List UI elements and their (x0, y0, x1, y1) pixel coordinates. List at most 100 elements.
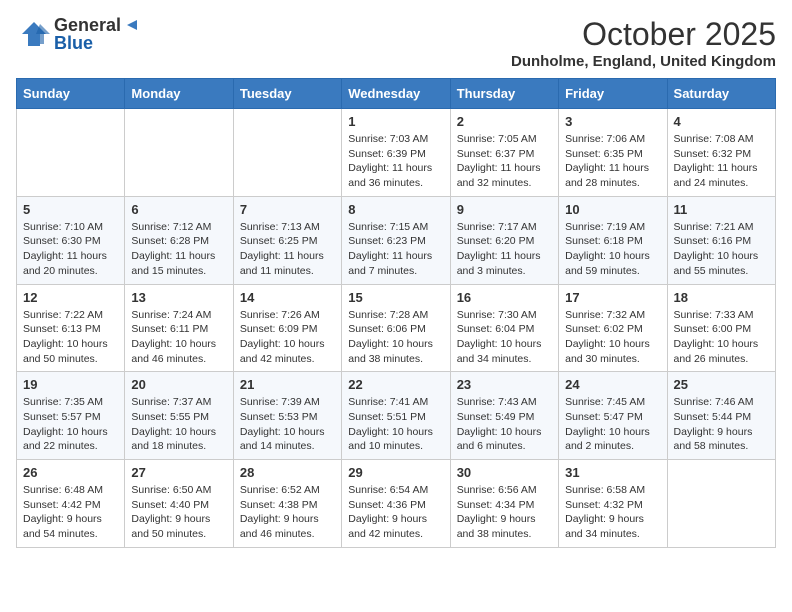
day-number: 6 (131, 202, 226, 217)
day-number: 22 (348, 377, 443, 392)
day-number: 7 (240, 202, 335, 217)
cell-content: Sunrise: 7:33 AM Sunset: 6:00 PM Dayligh… (674, 308, 769, 367)
calendar-cell: 15Sunrise: 7:28 AM Sunset: 6:06 PM Dayli… (342, 284, 450, 372)
day-number: 10 (565, 202, 660, 217)
calendar-cell: 8 Sunrise: 7:15 AM Sunset: 6:23 PM Daylig… (342, 196, 450, 284)
location: Dunholme, England, United Kingdom (511, 53, 776, 70)
calendar-cell: 17Sunrise: 7:32 AM Sunset: 6:02 PM Dayli… (559, 284, 667, 372)
calendar-header-row: SundayMondayTuesdayWednesdayThursdayFrid… (17, 79, 776, 109)
day-number: 24 (565, 377, 660, 392)
day-number: 12 (23, 290, 118, 305)
day-number: 5 (23, 202, 118, 217)
logo-arrow-icon (123, 16, 141, 34)
calendar-cell: 22 Sunrise: 7:41 AM Sunset: 5:51 PM Dayli… (342, 372, 450, 460)
calendar-cell: 25 Sunrise: 7:46 AM Sunset: 5:44 PM Dayli… (667, 372, 775, 460)
cell-content: Sunrise: 7:03 AM Sunset: 6:39 PM Dayligh… (348, 132, 443, 191)
cell-content: Sunrise: 6:58 AM Sunset: 4:32 PM Dayligh… (565, 483, 660, 542)
cell-content: Sunrise: 7:05 AM Sunset: 6:37 PM Dayligh… (457, 132, 552, 191)
logo-general: General (54, 16, 121, 34)
day-number: 21 (240, 377, 335, 392)
day-header-saturday: Saturday (667, 79, 775, 109)
calendar-cell: 10 Sunrise: 7:19 AM Sunset: 6:18 PM Dayli… (559, 196, 667, 284)
week-row-2: 12 Sunrise: 7:22 AM Sunset: 6:13 PM Dayli… (17, 284, 776, 372)
cell-content: Sunrise: 7:13 AM Sunset: 6:25 PM Dayligh… (240, 220, 335, 279)
cell-content: Sunrise: 7:43 AM Sunset: 5:49 PM Dayligh… (457, 395, 552, 454)
cell-content: Sunrise: 7:24 AM Sunset: 6:11 PM Dayligh… (131, 308, 226, 367)
cell-content: Sunrise: 7:26 AM Sunset: 6:09 PM Dayligh… (240, 308, 335, 367)
day-header-friday: Friday (559, 79, 667, 109)
calendar-cell: 30Sunrise: 6:56 AM Sunset: 4:34 PM Dayli… (450, 460, 558, 548)
cell-content: Sunrise: 7:39 AM Sunset: 5:53 PM Dayligh… (240, 395, 335, 454)
calendar-cell: 23 Sunrise: 7:43 AM Sunset: 5:49 PM Dayli… (450, 372, 558, 460)
day-number: 29 (348, 465, 443, 480)
cell-content: Sunrise: 7:30 AM Sunset: 6:04 PM Dayligh… (457, 308, 552, 367)
day-number: 16 (457, 290, 552, 305)
calendar-cell: 6 Sunrise: 7:12 AM Sunset: 6:28 PM Daylig… (125, 196, 233, 284)
calendar-cell (233, 109, 341, 197)
day-number: 27 (131, 465, 226, 480)
logo: General Blue (16, 16, 141, 52)
day-number: 20 (131, 377, 226, 392)
day-number: 25 (674, 377, 769, 392)
cell-content: Sunrise: 7:19 AM Sunset: 6:18 PM Dayligh… (565, 220, 660, 279)
calendar-cell: 20 Sunrise: 7:37 AM Sunset: 5:55 PM Dayli… (125, 372, 233, 460)
calendar-cell: 7 Sunrise: 7:13 AM Sunset: 6:25 PM Daylig… (233, 196, 341, 284)
day-header-thursday: Thursday (450, 79, 558, 109)
calendar-cell (125, 109, 233, 197)
day-number: 13 (131, 290, 226, 305)
calendar-cell: 18 Sunrise: 7:33 AM Sunset: 6:00 PM Dayli… (667, 284, 775, 372)
calendar-cell: 26Sunrise: 6:48 AM Sunset: 4:42 PM Dayli… (17, 460, 125, 548)
week-row-4: 26Sunrise: 6:48 AM Sunset: 4:42 PM Dayli… (17, 460, 776, 548)
day-number: 1 (348, 114, 443, 129)
month-title: October 2025 (511, 16, 776, 53)
cell-content: Sunrise: 7:46 AM Sunset: 5:44 PM Dayligh… (674, 395, 769, 454)
calendar-cell: 2 Sunrise: 7:05 AM Sunset: 6:37 PM Daylig… (450, 109, 558, 197)
logo-blue: Blue (54, 34, 141, 52)
day-number: 3 (565, 114, 660, 129)
day-number: 2 (457, 114, 552, 129)
calendar-cell: 1 Sunrise: 7:03 AM Sunset: 6:39 PM Daylig… (342, 109, 450, 197)
calendar-cell: 12 Sunrise: 7:22 AM Sunset: 6:13 PM Dayli… (17, 284, 125, 372)
calendar-cell: 9Sunrise: 7:17 AM Sunset: 6:20 PM Daylig… (450, 196, 558, 284)
cell-content: Sunrise: 6:50 AM Sunset: 4:40 PM Dayligh… (131, 483, 226, 542)
calendar-table: SundayMondayTuesdayWednesdayThursdayFrid… (16, 78, 776, 548)
cell-content: Sunrise: 7:28 AM Sunset: 6:06 PM Dayligh… (348, 308, 443, 367)
cell-content: Sunrise: 6:48 AM Sunset: 4:42 PM Dayligh… (23, 483, 118, 542)
calendar-cell: 5Sunrise: 7:10 AM Sunset: 6:30 PM Daylig… (17, 196, 125, 284)
calendar-cell: 19Sunrise: 7:35 AM Sunset: 5:57 PM Dayli… (17, 372, 125, 460)
cell-content: Sunrise: 7:37 AM Sunset: 5:55 PM Dayligh… (131, 395, 226, 454)
day-header-monday: Monday (125, 79, 233, 109)
calendar-cell: 29 Sunrise: 6:54 AM Sunset: 4:36 PM Dayli… (342, 460, 450, 548)
day-number: 8 (348, 202, 443, 217)
day-number: 9 (457, 202, 552, 217)
calendar-cell (667, 460, 775, 548)
page-header: General Blue October 2025 Dunholme, Engl… (16, 16, 776, 70)
cell-content: Sunrise: 7:12 AM Sunset: 6:28 PM Dayligh… (131, 220, 226, 279)
day-header-sunday: Sunday (17, 79, 125, 109)
week-row-3: 19Sunrise: 7:35 AM Sunset: 5:57 PM Dayli… (17, 372, 776, 460)
calendar-cell: 24Sunrise: 7:45 AM Sunset: 5:47 PM Dayli… (559, 372, 667, 460)
day-header-tuesday: Tuesday (233, 79, 341, 109)
calendar-cell: 16 Sunrise: 7:30 AM Sunset: 6:04 PM Dayli… (450, 284, 558, 372)
day-number: 23 (457, 377, 552, 392)
calendar-cell: 28 Sunrise: 6:52 AM Sunset: 4:38 PM Dayli… (233, 460, 341, 548)
calendar-cell: 11Sunrise: 7:21 AM Sunset: 6:16 PM Dayli… (667, 196, 775, 284)
calendar-cell: 27 Sunrise: 6:50 AM Sunset: 4:40 PM Dayli… (125, 460, 233, 548)
cell-content: Sunrise: 6:52 AM Sunset: 4:38 PM Dayligh… (240, 483, 335, 542)
week-row-0: 1 Sunrise: 7:03 AM Sunset: 6:39 PM Daylig… (17, 109, 776, 197)
day-number: 18 (674, 290, 769, 305)
cell-content: Sunrise: 7:22 AM Sunset: 6:13 PM Dayligh… (23, 308, 118, 367)
day-number: 4 (674, 114, 769, 129)
day-number: 30 (457, 465, 552, 480)
cell-content: Sunrise: 7:21 AM Sunset: 6:16 PM Dayligh… (674, 220, 769, 279)
cell-content: Sunrise: 7:41 AM Sunset: 5:51 PM Dayligh… (348, 395, 443, 454)
week-row-1: 5Sunrise: 7:10 AM Sunset: 6:30 PM Daylig… (17, 196, 776, 284)
calendar-cell: 4Sunrise: 7:08 AM Sunset: 6:32 PM Daylig… (667, 109, 775, 197)
cell-content: Sunrise: 7:35 AM Sunset: 5:57 PM Dayligh… (23, 395, 118, 454)
calendar-cell: 13 Sunrise: 7:24 AM Sunset: 6:11 PM Dayli… (125, 284, 233, 372)
cell-content: Sunrise: 7:06 AM Sunset: 6:35 PM Dayligh… (565, 132, 660, 191)
day-number: 28 (240, 465, 335, 480)
calendar-cell (17, 109, 125, 197)
cell-content: Sunrise: 6:54 AM Sunset: 4:36 PM Dayligh… (348, 483, 443, 542)
cell-content: Sunrise: 7:15 AM Sunset: 6:23 PM Dayligh… (348, 220, 443, 279)
